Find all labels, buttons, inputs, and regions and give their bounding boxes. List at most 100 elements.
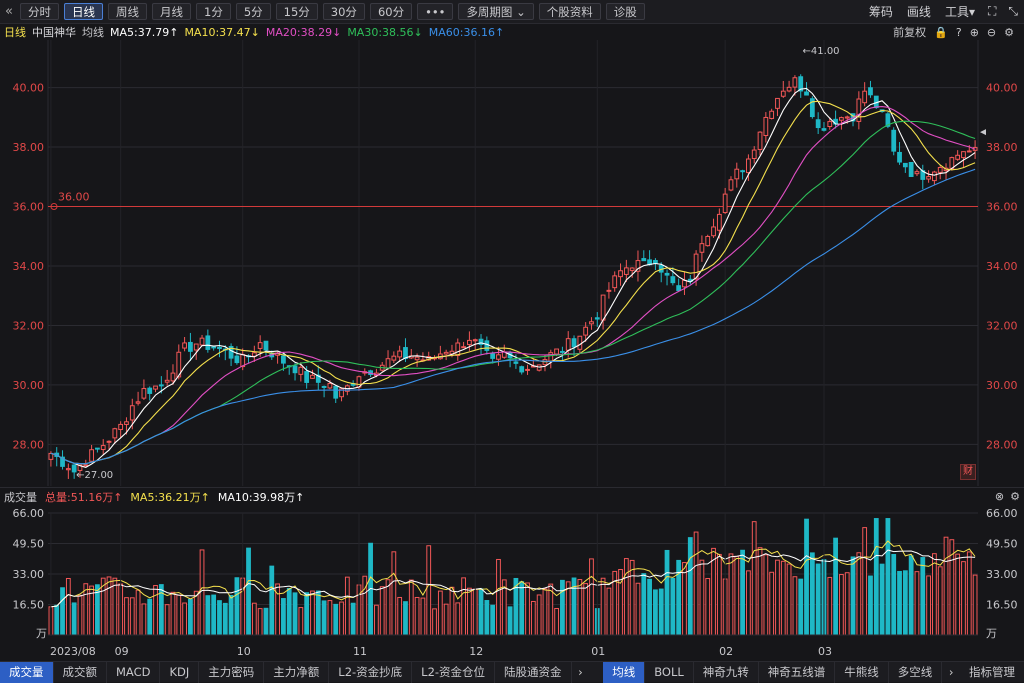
candle-body — [746, 158, 751, 174]
indicator-tab-left-8[interactable]: 陆股通资金 — [495, 661, 572, 683]
period-button-7[interactable]: 30分 — [322, 3, 365, 20]
candle-body — [403, 347, 408, 360]
volume-bar — [414, 596, 420, 636]
draw-line-button[interactable]: 画线 — [907, 3, 931, 20]
volume-bar — [868, 575, 873, 636]
chevron-double-left-icon[interactable]: « — [2, 4, 16, 19]
volume-bar — [339, 601, 344, 636]
caret-down-icon: ▾ — [968, 5, 975, 19]
indicator-tab-right-0[interactable]: 均线 — [603, 661, 646, 683]
volume-bar — [310, 590, 315, 636]
volume-bar — [490, 604, 496, 636]
volume-bar — [478, 588, 484, 636]
diagnose-button[interactable]: 诊股 — [605, 3, 645, 20]
candle-body — [519, 366, 525, 373]
shrink-icon[interactable]: ⤡ — [1008, 4, 1018, 19]
volume-chart[interactable]: 66.00 66.00 49.50 49.50 33.00 33.00 16.50 16.50… — [0, 505, 1024, 661]
candle-body — [211, 346, 217, 349]
indicator-tab-right-1[interactable]: BOLL — [645, 661, 694, 683]
period-button-8[interactable]: 60分 — [369, 3, 413, 20]
indicator-tab-left-7[interactable]: L2-资金仓位 — [412, 661, 496, 683]
volume-bar — [426, 545, 432, 636]
chevron-right-icon[interactable]: › — [942, 665, 960, 679]
avg-line-label[interactable]: 均线 — [82, 24, 104, 40]
indicator-tab-right-4[interactable]: 牛熊线 — [835, 661, 889, 683]
indicator-tab-right-3[interactable]: 神奇五线谱 — [759, 661, 836, 683]
period-button-6[interactable]: 15分 — [275, 3, 318, 20]
volume-bar — [496, 558, 501, 636]
indicator-tab-left-2[interactable]: MACD — [107, 661, 161, 683]
y-tick-label-left: 38.00 — [13, 141, 45, 154]
volume-bar — [664, 549, 670, 636]
zoom-out-icon[interactable]: ⊖ — [987, 26, 996, 39]
volume-bar — [321, 600, 327, 636]
close-panel-icon[interactable]: ⊗ — [995, 490, 1004, 503]
stock-info-button[interactable]: 个股资料 — [538, 3, 601, 20]
candle-body — [902, 162, 908, 168]
volume-bar — [141, 603, 147, 636]
indicator-tab-right-2[interactable]: 神奇九转 — [694, 661, 759, 683]
ma-legend: 日线 中国神华 均线 MA5:37.79↑ MA10:37.47↓ MA20:3… — [0, 24, 1024, 40]
indicator-manage-button[interactable]: 指标管理 — [960, 662, 1024, 683]
candle-body — [780, 90, 786, 97]
multi-period-dropdown[interactable]: 多周期图 ⌄ — [458, 3, 534, 20]
candle-body — [95, 447, 100, 450]
period-button-3[interactable]: 月线 — [152, 3, 191, 20]
zoom-in-icon[interactable]: ⊕ — [970, 26, 979, 39]
current-price-marker — [980, 129, 986, 136]
volume-label[interactable]: 成交量 — [4, 489, 37, 505]
period-button-0[interactable]: 分时 — [20, 3, 59, 20]
candle-body — [676, 285, 682, 292]
financial-badge[interactable]: 财 — [960, 464, 976, 480]
indicator-tab-left-0[interactable]: 成交量 — [0, 661, 54, 683]
chevron-right-icon[interactable]: › — [572, 665, 590, 679]
candle-body — [100, 445, 106, 450]
candle-body — [327, 383, 333, 389]
volume-bar — [955, 553, 961, 636]
volume-bar — [635, 582, 641, 636]
candle-body — [792, 77, 798, 88]
candle-body — [594, 317, 600, 320]
tools-dropdown[interactable]: 工具▾ — [945, 3, 975, 20]
indicator-tab-left-4[interactable]: 主力密码 — [199, 661, 265, 683]
more-periods-button[interactable]: ••• — [417, 3, 454, 20]
help-icon[interactable]: ? — [956, 26, 962, 39]
period-button-4[interactable]: 1分 — [196, 3, 231, 20]
settings-icon[interactable]: ⚙ — [1010, 490, 1020, 503]
settings-icon[interactable]: ⚙ — [1004, 26, 1014, 39]
volume-bar — [65, 577, 71, 636]
period-button-2[interactable]: 周线 — [108, 3, 147, 20]
volume-bar — [199, 549, 205, 636]
volume-bar — [966, 551, 972, 636]
vol-tick-right: 66.00 — [986, 507, 1018, 520]
volume-bar — [112, 577, 118, 636]
volume-bar — [222, 602, 228, 636]
stock-name: 中国神华 — [32, 26, 76, 39]
indicator-tab-left-1[interactable]: 成交额 — [54, 661, 107, 683]
lock-icon[interactable]: 🔒 — [934, 26, 948, 39]
chips-button[interactable]: 筹码 — [869, 3, 893, 20]
candlestick-chart[interactable]: 40.00 40.00 38.00 38.00 36.00 36.00 34.00 34.00… — [0, 40, 1024, 486]
candle-body — [751, 149, 757, 160]
candle-body — [182, 342, 187, 349]
volume-bar — [751, 521, 757, 636]
indicator-tab-left-5[interactable]: 主力净额 — [264, 661, 330, 683]
adjust-label[interactable]: 前复权 — [893, 24, 926, 40]
volume-bar — [699, 559, 705, 636]
y-tick-label-right: 34.00 — [986, 260, 1018, 273]
period-button-5[interactable]: 5分 — [235, 3, 271, 20]
indicator-tab-left-3[interactable]: KDJ — [160, 661, 200, 683]
fullscreen-icon[interactable]: ⛶ — [988, 4, 996, 19]
indicator-tab-left-6[interactable]: L2-资金抄底 — [329, 661, 413, 683]
indicator-tab-right-5[interactable]: 多空线 — [889, 661, 943, 683]
period-button-1[interactable]: 日线 — [64, 3, 103, 20]
candle-body — [623, 267, 629, 275]
volume-bar — [455, 602, 461, 636]
volume-bar — [926, 575, 931, 636]
volume-bar — [961, 561, 966, 636]
candle-body — [554, 348, 559, 355]
volume-bar — [461, 577, 466, 636]
candle-body — [716, 213, 722, 231]
volume-bar — [263, 607, 269, 636]
candle-body — [571, 338, 577, 348]
